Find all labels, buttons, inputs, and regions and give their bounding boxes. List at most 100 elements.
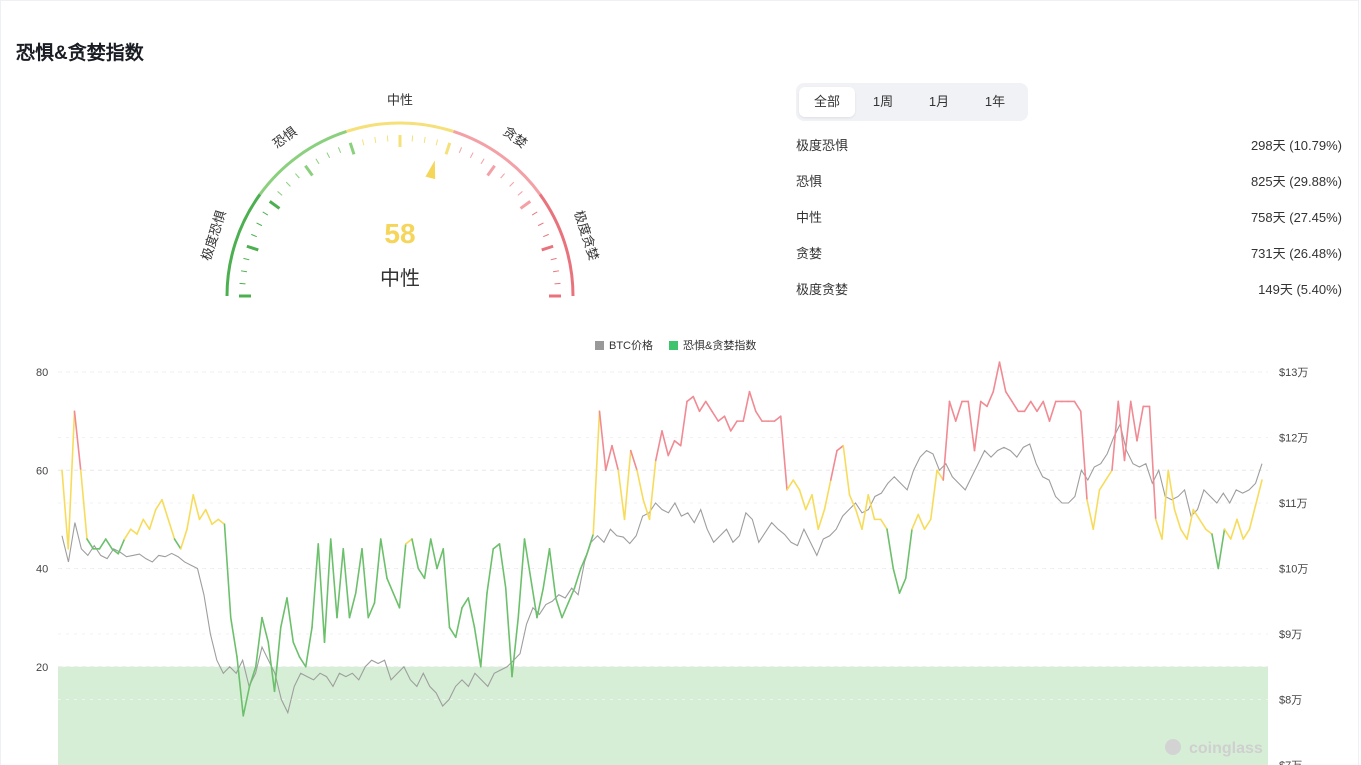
gauge-tick xyxy=(509,181,515,187)
gauge-tick xyxy=(315,158,320,165)
fear-greed-segment xyxy=(1073,400,1082,413)
fear-greed-segment xyxy=(829,449,838,481)
gauge-tick xyxy=(531,211,538,216)
fear-greed-segment xyxy=(423,538,432,580)
fear-greed-segment xyxy=(379,538,388,580)
fear-greed-segment xyxy=(104,538,113,550)
fear-greed-segment xyxy=(898,577,907,594)
gauge-zone-label: 中性 xyxy=(387,94,413,109)
fear-greed-segment xyxy=(173,538,182,550)
tab-1-year[interactable]: 1年 xyxy=(967,87,1023,117)
fear-greed-segment xyxy=(567,587,576,604)
fear-greed-segment xyxy=(211,518,220,526)
fear-greed-segment xyxy=(886,528,895,570)
fear-greed-segment xyxy=(929,469,938,521)
fear-greed-segment xyxy=(1167,469,1176,511)
fear-greed-segment xyxy=(704,400,713,413)
gauge-tick xyxy=(537,222,544,227)
tab-1-month[interactable]: 1月 xyxy=(911,87,967,117)
fear-greed-segment xyxy=(1011,400,1020,413)
fear-greed-segment xyxy=(698,400,707,413)
fear-greed-segment xyxy=(79,469,88,540)
gauge-tick xyxy=(550,257,557,261)
fear-greed-segment xyxy=(198,508,207,521)
fear-greed-segment xyxy=(479,592,488,668)
fear-greed-segment xyxy=(1111,400,1120,472)
stat-value: 298天 (10.79%) xyxy=(1250,138,1342,153)
tab-all[interactable]: 全部 xyxy=(799,87,855,117)
fear-greed-segment xyxy=(292,641,301,658)
fear-greed-segment xyxy=(436,548,445,570)
fear-greed-segment xyxy=(748,390,757,413)
y-left-tick-label: 20 xyxy=(36,662,48,674)
fear-greed-segment xyxy=(954,400,963,422)
stat-row-neutral: 中性 758天 (27.45%) xyxy=(796,200,1342,236)
stat-row-extreme-fear: 极度恐惧 298天 (10.79%) xyxy=(796,128,1342,164)
y-right-tick-label: $13万 xyxy=(1279,367,1308,379)
fear-greed-segment xyxy=(154,498,163,511)
fear-greed-segment xyxy=(779,415,788,491)
fear-greed-segment xyxy=(904,528,913,580)
fear-greed-segment xyxy=(654,430,663,462)
gauge-tick xyxy=(277,191,283,196)
fear-greed-segment xyxy=(336,548,345,619)
fear-greed-segment xyxy=(404,538,413,545)
fear-greed-segment xyxy=(623,449,632,521)
fear-greed-segment xyxy=(179,528,188,550)
fear-greed-segment xyxy=(311,543,320,629)
fear-greed-segment xyxy=(261,616,270,643)
fear-greed-segment xyxy=(1236,518,1245,540)
gauge-zone-label: 极度恐惧 xyxy=(198,208,229,262)
fear-greed-segment xyxy=(217,518,226,526)
y-right-tick-label: $7万 xyxy=(1279,760,1302,765)
fear-greed-segment xyxy=(1042,400,1051,422)
fear-greed-segment xyxy=(923,518,932,530)
y-right-tick-label: $10万 xyxy=(1279,564,1308,576)
fear-greed-segment xyxy=(317,543,326,643)
gauge-tick xyxy=(374,136,377,143)
fear-greed-segment xyxy=(1036,400,1045,413)
gauge-tick xyxy=(304,164,314,177)
fear-greed-segment xyxy=(1029,400,1038,413)
fear-greed-segment xyxy=(773,415,782,422)
stat-label: 极度贪婪 xyxy=(796,282,849,297)
fear-greed-segment xyxy=(1198,518,1207,530)
fear-greed-segment xyxy=(667,439,676,457)
fear-greed-segment xyxy=(1242,528,1251,540)
fear-greed-segment xyxy=(992,361,1001,393)
gauge-tick xyxy=(458,147,463,153)
fear-greed-segment xyxy=(286,597,295,643)
fear-greed-segment xyxy=(204,508,213,526)
fear-greed-segment xyxy=(454,606,463,639)
gauge-zone-label: 贪婪 xyxy=(500,125,530,152)
fear-greed-segment xyxy=(1004,390,1013,403)
y-left-tick-label: 80 xyxy=(36,367,48,379)
fear-greed-segment xyxy=(948,400,957,422)
fear-greed-segment xyxy=(792,479,801,491)
fear-greed-segment xyxy=(1023,400,1032,413)
fear-greed-segment xyxy=(354,548,363,594)
gauge-tick xyxy=(262,211,269,216)
fear-greed-segment xyxy=(1092,489,1101,530)
fear-greed-segment xyxy=(998,361,1007,393)
legend-label-btc[interactable]: BTC价格 xyxy=(609,338,653,352)
gauge-tick xyxy=(240,270,247,273)
gauge-tick xyxy=(295,173,300,179)
gauge-zone-arc xyxy=(225,193,262,297)
fear-greed-segment xyxy=(486,548,495,594)
gauge-tick xyxy=(285,181,291,187)
fear-greed-segment xyxy=(973,400,982,452)
legend-label-index[interactable]: 恐惧&贪婪指数 xyxy=(683,338,756,352)
gauge-pointer xyxy=(425,160,436,180)
tab-1-week[interactable]: 1周 xyxy=(855,87,911,117)
fear-greed-segment xyxy=(911,513,920,530)
fear-greed-segment xyxy=(986,390,995,408)
gauge-tick xyxy=(541,244,554,252)
fear-greed-segment xyxy=(361,548,370,619)
y-right-tick-label: $12万 xyxy=(1279,433,1308,445)
legend-swatch-btc xyxy=(595,341,604,350)
fear-greed-segment xyxy=(323,538,332,643)
fear-greed-segment xyxy=(186,494,195,530)
chart-legend[interactable]: BTC价格 恐惧&贪婪指数 xyxy=(595,338,756,352)
fear-greed-segment xyxy=(786,479,795,491)
